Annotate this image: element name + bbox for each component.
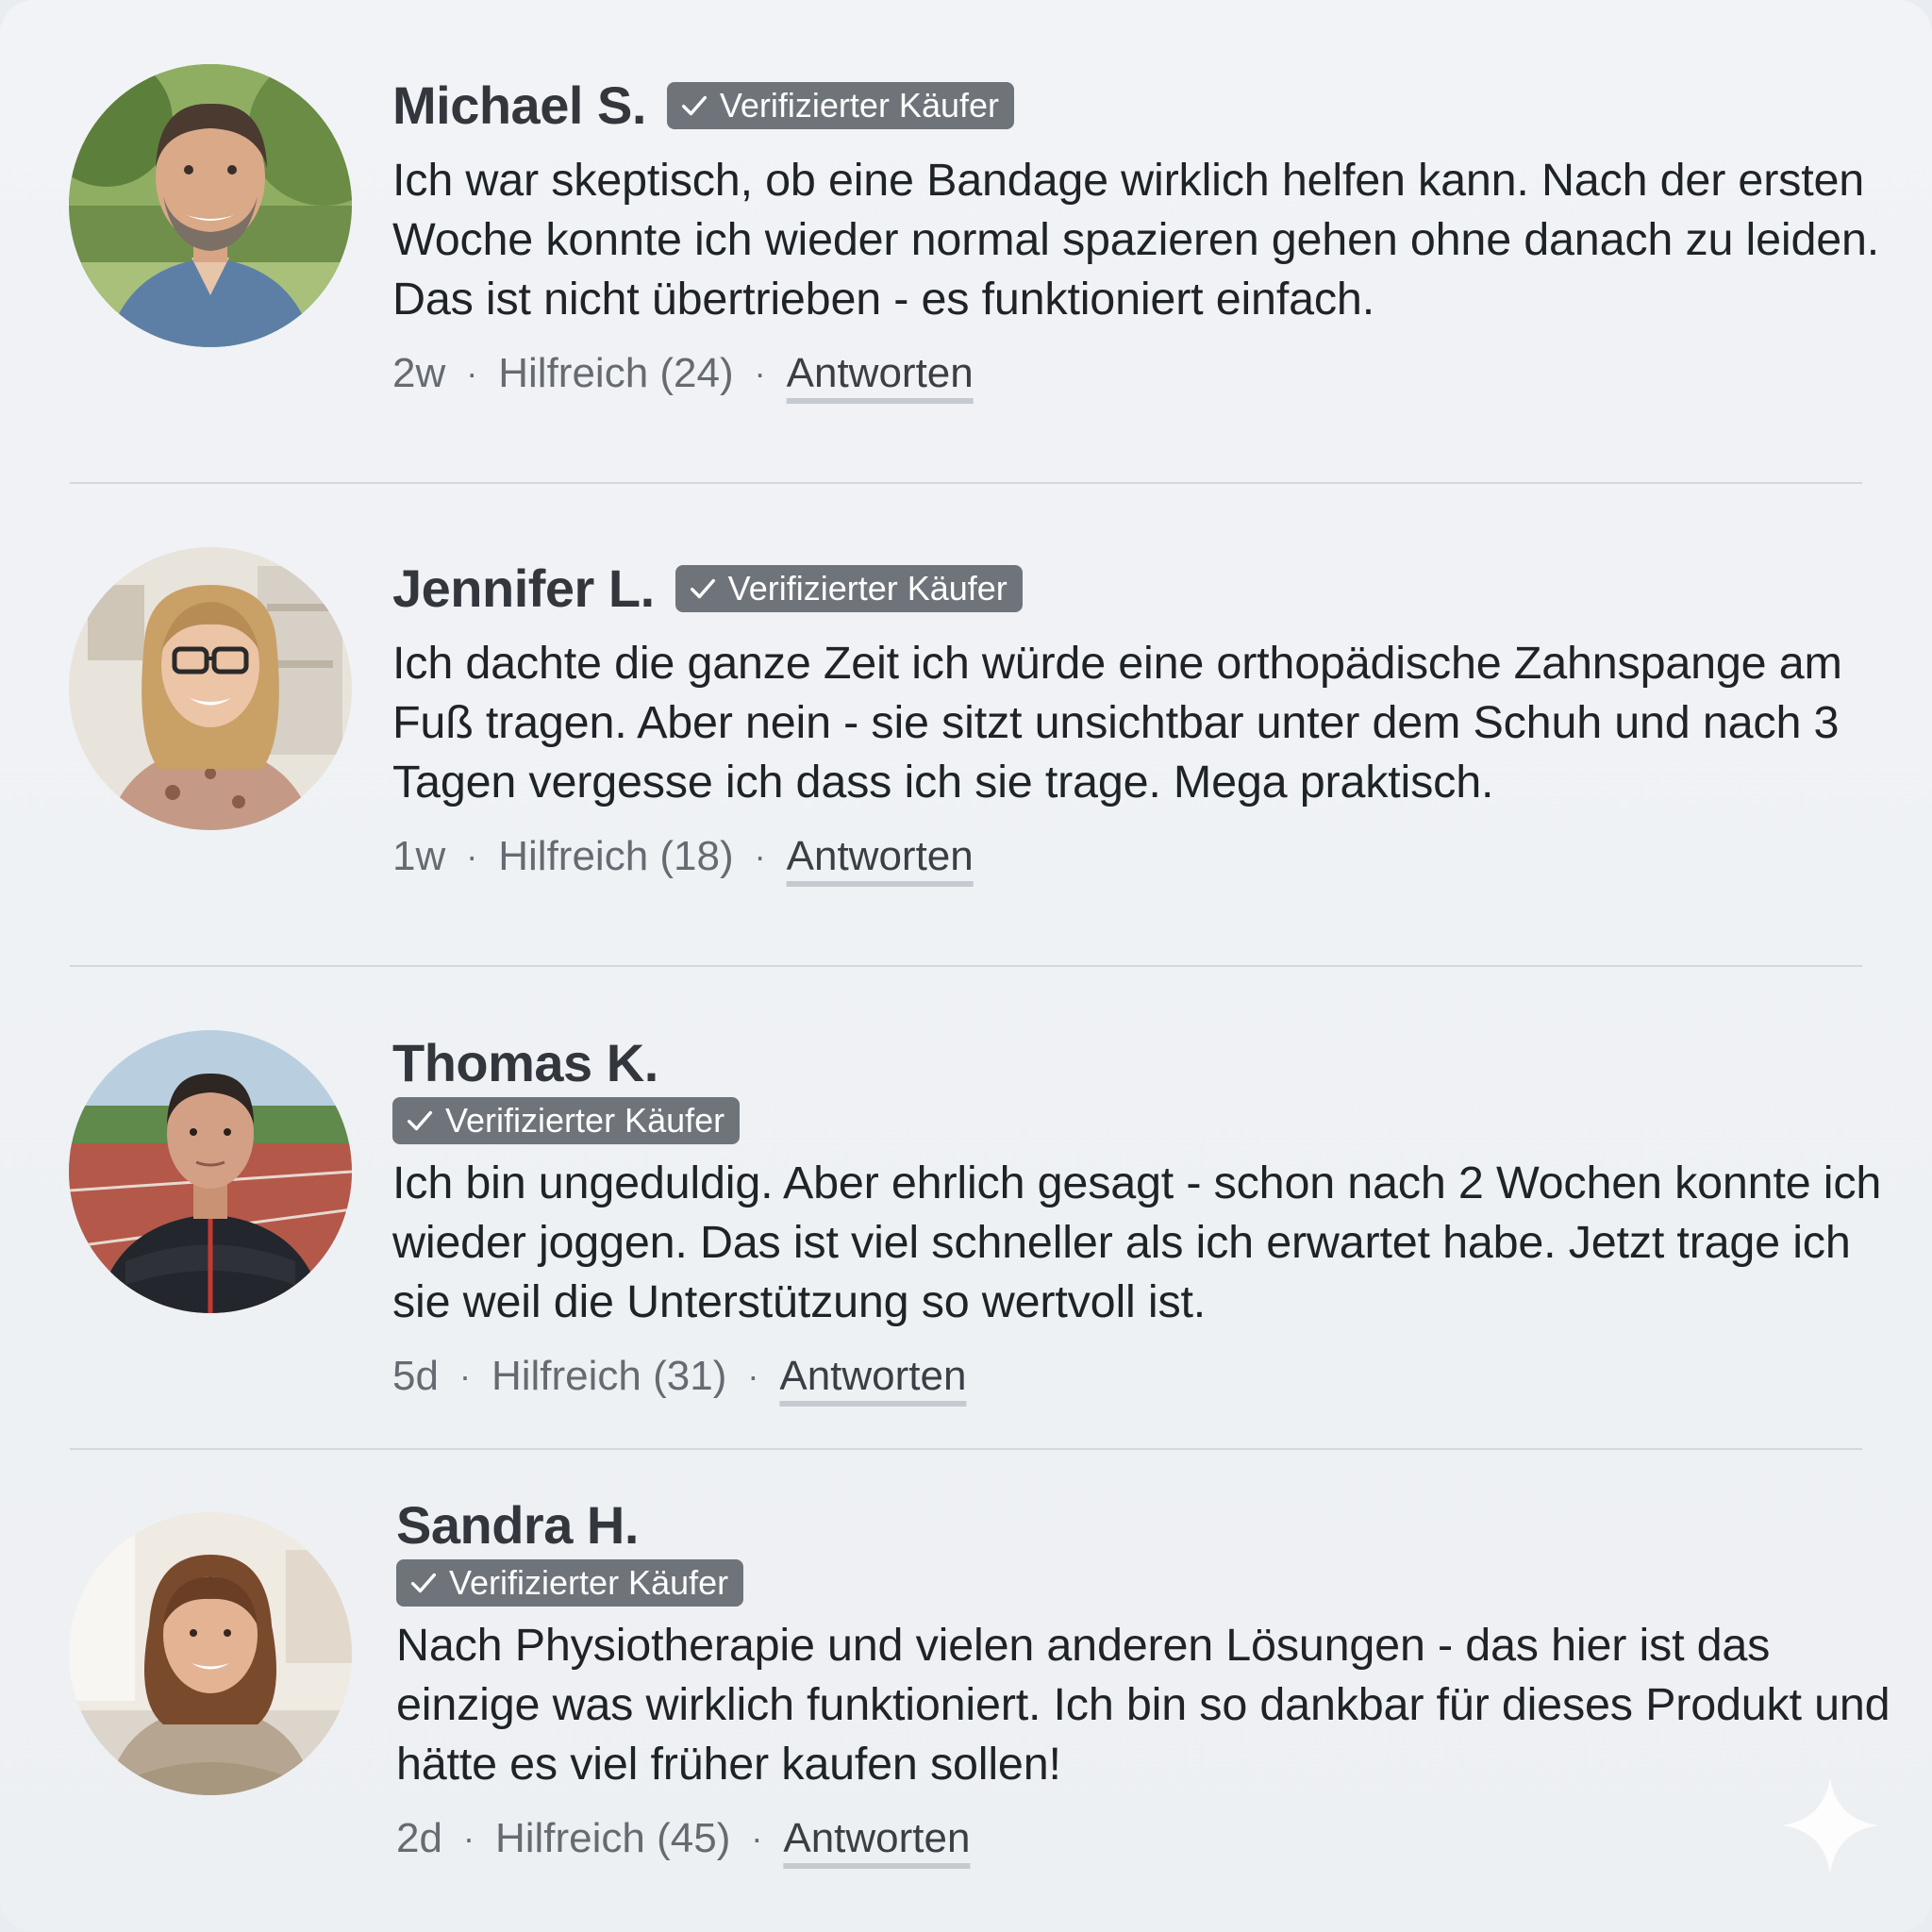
reply-link[interactable]: Antworten [787, 350, 974, 397]
meta-separator: · [466, 354, 478, 392]
review-time: 1w [392, 833, 446, 879]
meta-separator: · [466, 837, 478, 875]
checkmark-icon [410, 1573, 437, 1593]
review-meta: 2d · Hilfreich (45) · Antworten [396, 1815, 1894, 1862]
reviewer-name: Michael S. [392, 75, 646, 135]
verified-badge-label: Verifizierter Käufer [719, 86, 999, 125]
verified-badge: Verifizierter Käufer [666, 82, 1014, 129]
checkmark-icon [407, 1110, 433, 1131]
meta-separator: · [462, 1819, 475, 1857]
reviewer-name: Jennifer L. [392, 558, 655, 618]
reply-link[interactable]: Antworten [783, 1815, 970, 1862]
review-text: Ich bin ungeduldig. Aber ehrlich gesagt … [392, 1158, 1882, 1327]
review-text: Nach Physiotherapie und vielen anderen L… [396, 1620, 1890, 1790]
reviewer-name: Thomas K. [392, 1033, 658, 1092]
avatar [69, 1030, 352, 1313]
helpful-button[interactable]: Hilfreich (31) [491, 1353, 726, 1400]
review-meta: 2w · Hilfreich (24) · Antworten [392, 350, 1894, 397]
review-time: 5d [392, 1353, 439, 1399]
avatar [69, 64, 352, 347]
meta-separator: · [754, 837, 766, 875]
meta-separator: · [458, 1357, 471, 1395]
helpful-button[interactable]: Hilfreich (24) [498, 350, 733, 397]
verified-badge-label: Verifizierter Käufer [727, 569, 1008, 608]
divider [70, 965, 1862, 967]
review-time: 2d [396, 1815, 442, 1861]
review-text: Ich war skeptisch, ob eine Bandage wirkl… [392, 155, 1880, 325]
verified-badge: Verifizierter Käufer [392, 1097, 741, 1144]
review-time: 2w [392, 350, 446, 396]
checkmark-icon [681, 95, 707, 116]
reviews-card: Michael S. Verifizierter Käufer Ich war … [0, 0, 1932, 1932]
sparkle-icon [1782, 1777, 1878, 1874]
helpful-button[interactable]: Hilfreich (45) [495, 1815, 730, 1862]
avatar [69, 547, 352, 830]
verified-badge-label: Verifizierter Käufer [445, 1101, 725, 1140]
reply-link[interactable]: Antworten [787, 833, 974, 880]
meta-separator: · [747, 1357, 759, 1395]
review-meta: 5d · Hilfreich (31) · Antworten [392, 1353, 1894, 1400]
reply-link[interactable]: Antworten [779, 1353, 966, 1400]
meta-separator: · [751, 1819, 763, 1857]
divider [70, 1448, 1862, 1450]
divider [70, 482, 1862, 484]
verified-badge-label: Verifizierter Käufer [449, 1563, 729, 1602]
reviewer-name: Sandra H. [396, 1495, 639, 1555]
avatar [69, 1512, 352, 1795]
helpful-button[interactable]: Hilfreich (18) [498, 833, 733, 880]
meta-separator: · [754, 354, 766, 392]
verified-badge: Verifizierter Käufer [675, 565, 1023, 612]
checkmark-icon [690, 578, 715, 599]
review-meta: 1w · Hilfreich (18) · Antworten [392, 833, 1894, 880]
review-text: Ich dachte die ganze Zeit ich würde eine… [392, 638, 1842, 808]
verified-badge: Verifizierter Käufer [396, 1559, 744, 1607]
